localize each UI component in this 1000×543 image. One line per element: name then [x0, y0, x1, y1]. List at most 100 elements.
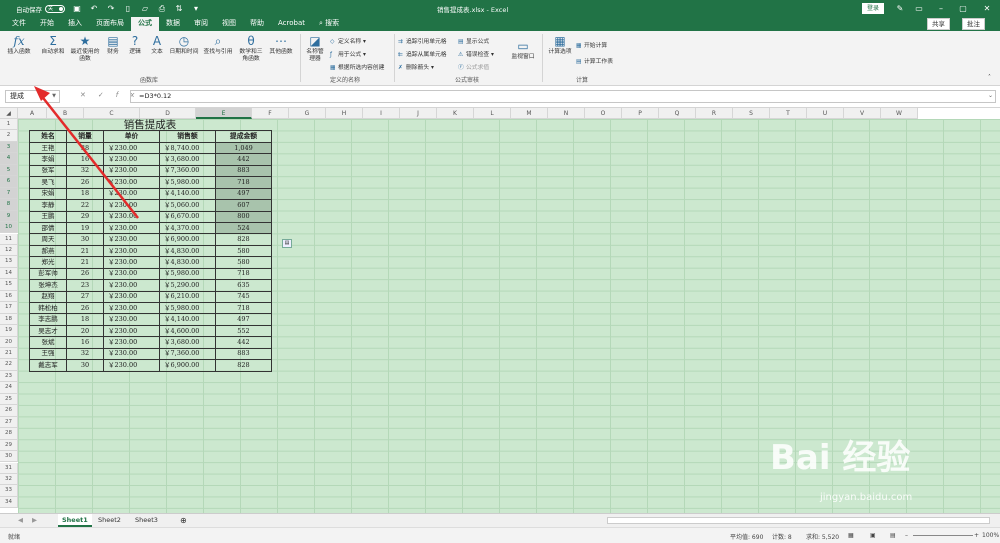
open-file-icon[interactable]: ▱ [140, 4, 150, 14]
row-header-11[interactable]: 11 [0, 233, 18, 245]
calculate-now-button[interactable]: ▦ 开始计算 [576, 40, 607, 49]
maximize-icon[interactable]: ▢ [956, 2, 970, 15]
table-cell[interactable]: ￥230.00 [103, 256, 160, 269]
table-cell[interactable]: ￥5,290.00 [159, 279, 216, 292]
table-cell[interactable]: ￥4,600.00 [159, 324, 216, 338]
row-header-27[interactable]: 27 [0, 416, 18, 429]
tab-formulas[interactable]: 公式 [131, 17, 159, 31]
row-header-28[interactable]: 28 [0, 428, 18, 440]
table-cell[interactable]: 497 [215, 187, 272, 201]
table-cell[interactable]: 21 [66, 244, 104, 258]
row-header-4[interactable]: 4 [0, 153, 18, 165]
ribbon-display-icon[interactable]: ▭ [912, 2, 926, 15]
login-button[interactable]: 登录 [862, 3, 884, 14]
tab-insert[interactable]: 插入 [61, 17, 89, 31]
table-cell[interactable]: 442 [215, 336, 272, 349]
table-cell[interactable]: 李静 [29, 199, 67, 212]
horizontal-scrollbar[interactable] [607, 517, 990, 524]
table-cell[interactable]: 745 [215, 290, 272, 304]
close-icon[interactable]: ✕ [980, 2, 994, 15]
table-cell[interactable]: ￥230.00 [103, 187, 160, 201]
save-icon[interactable]: ▣ [72, 4, 82, 14]
column-header-V[interactable]: V [844, 108, 881, 119]
autosum-button[interactable]: Σ 自动求和 [40, 34, 66, 56]
table-cell[interactable]: ￥3,680.00 [159, 336, 216, 349]
sales-table[interactable]: 姓名 销量 单价 销售额 提成金额 王艳 38 ￥230.00 ￥8,740.00 1,049 李娟… [29, 130, 272, 372]
column-header-Q[interactable]: Q [659, 108, 696, 119]
column-header-C[interactable]: C [84, 108, 140, 119]
row-header-21[interactable]: 21 [0, 348, 18, 360]
table-cell[interactable]: ￥230.00 [103, 336, 160, 349]
row-header-15[interactable]: 15 [0, 279, 18, 291]
error-checking-button[interactable]: ⚠ 错误检查 ▾ [458, 49, 494, 58]
row-header-6[interactable]: 6 [0, 176, 18, 188]
table-cell[interactable]: 26 [66, 267, 104, 281]
table-cell[interactable]: ￥5,060.00 [159, 199, 216, 212]
column-header-A[interactable]: A [18, 108, 47, 119]
minimize-icon[interactable]: – [934, 2, 948, 15]
row-header-31[interactable]: 31 [0, 462, 18, 474]
table-cell[interactable]: 郝燕 [29, 244, 67, 258]
table-cell[interactable]: 883 [215, 347, 272, 361]
table-cell[interactable]: ￥230.00 [103, 153, 160, 166]
normal-view-icon[interactable]: ▦ [848, 532, 854, 539]
column-header-J[interactable]: J [400, 108, 437, 119]
table-cell[interactable]: ￥230.00 [103, 141, 160, 155]
tab-review[interactable]: 审阅 [187, 17, 215, 31]
share-button[interactable]: 共享 [927, 18, 950, 30]
table-cell[interactable]: 635 [215, 279, 272, 292]
table-cell[interactable]: 32 [66, 164, 104, 178]
table-cell[interactable]: 张斌 [29, 336, 67, 349]
enter-icon[interactable]: ✓ [98, 91, 116, 99]
table-cell[interactable]: ￥230.00 [103, 359, 160, 372]
table-cell[interactable]: 张军 [29, 164, 67, 178]
sheet-title[interactable]: 销售提成表 [29, 119, 271, 131]
page-layout-view-icon[interactable]: ▣ [870, 532, 876, 539]
table-cell[interactable]: 22 [66, 199, 104, 212]
tab-data[interactable]: 数据 [159, 17, 187, 31]
redo-icon[interactable]: ↷ [106, 4, 116, 14]
table-cell[interactable]: 23 [66, 279, 104, 292]
table-cell[interactable]: ￥7,360.00 [159, 347, 216, 361]
column-header-I[interactable]: I [363, 108, 400, 119]
zoom-in-icon[interactable]: + [974, 532, 979, 539]
name-manager-button[interactable]: ◪ 名称管理器 [304, 34, 326, 63]
column-header-O[interactable]: O [585, 108, 622, 119]
add-sheet-icon[interactable]: ⊕ [176, 514, 191, 527]
row-header-22[interactable]: 22 [0, 359, 18, 371]
table-cell[interactable]: 16 [66, 336, 104, 349]
table-cell[interactable]: ￥230.00 [103, 267, 160, 281]
table-cell[interactable]: 王强 [29, 347, 67, 361]
tab-view[interactable]: 视图 [215, 17, 243, 31]
table-cell[interactable]: 27 [66, 290, 104, 304]
table-cell[interactable]: ￥230.00 [103, 244, 160, 258]
calculate-sheet-button[interactable]: ▤ 计算工作表 [576, 56, 613, 65]
row-header-34[interactable]: 34 [0, 496, 18, 509]
chevron-down-icon[interactable]: ▼ [52, 91, 56, 102]
table-cell[interactable]: ￥4,370.00 [159, 221, 216, 235]
table-cell[interactable]: 彭军帅 [29, 267, 67, 281]
row-header-24[interactable]: 24 [0, 382, 18, 394]
column-header-L[interactable]: L [474, 108, 511, 119]
recent-functions-button[interactable]: ★ 最近使用的函数 [68, 34, 102, 63]
table-cell[interactable]: 20 [66, 324, 104, 338]
more-functions-button[interactable]: ⋯ 其他函数 [266, 34, 296, 56]
table-cell[interactable]: 周天 [29, 233, 67, 246]
row-header-25[interactable]: 25 [0, 393, 18, 406]
tab-file[interactable]: 文件 [5, 17, 33, 31]
table-cell[interactable]: 29 [66, 210, 104, 223]
table-cell[interactable]: ￥6,900.00 [159, 233, 216, 246]
sort-icon[interactable]: ⇅ [174, 4, 184, 14]
date-time-button[interactable]: ◷ 日期和时间 [166, 34, 202, 56]
table-cell[interactable]: ￥7,360.00 [159, 164, 216, 178]
row-header-14[interactable]: 14 [0, 267, 18, 280]
table-cell[interactable]: ￥8,740.00 [159, 141, 216, 155]
sheet-tab-2[interactable]: Sheet2 [94, 514, 125, 527]
table-cell[interactable]: 30 [66, 359, 104, 372]
column-heading[interactable]: 提成金额 [215, 130, 272, 143]
sheet-tab-3[interactable]: Sheet3 [131, 514, 162, 527]
table-cell[interactable]: 524 [215, 221, 272, 235]
table-cell[interactable]: ￥230.00 [103, 290, 160, 304]
search-box[interactable]: ⌕ 搜索 [312, 17, 346, 31]
column-header-D[interactable]: D [140, 108, 196, 119]
